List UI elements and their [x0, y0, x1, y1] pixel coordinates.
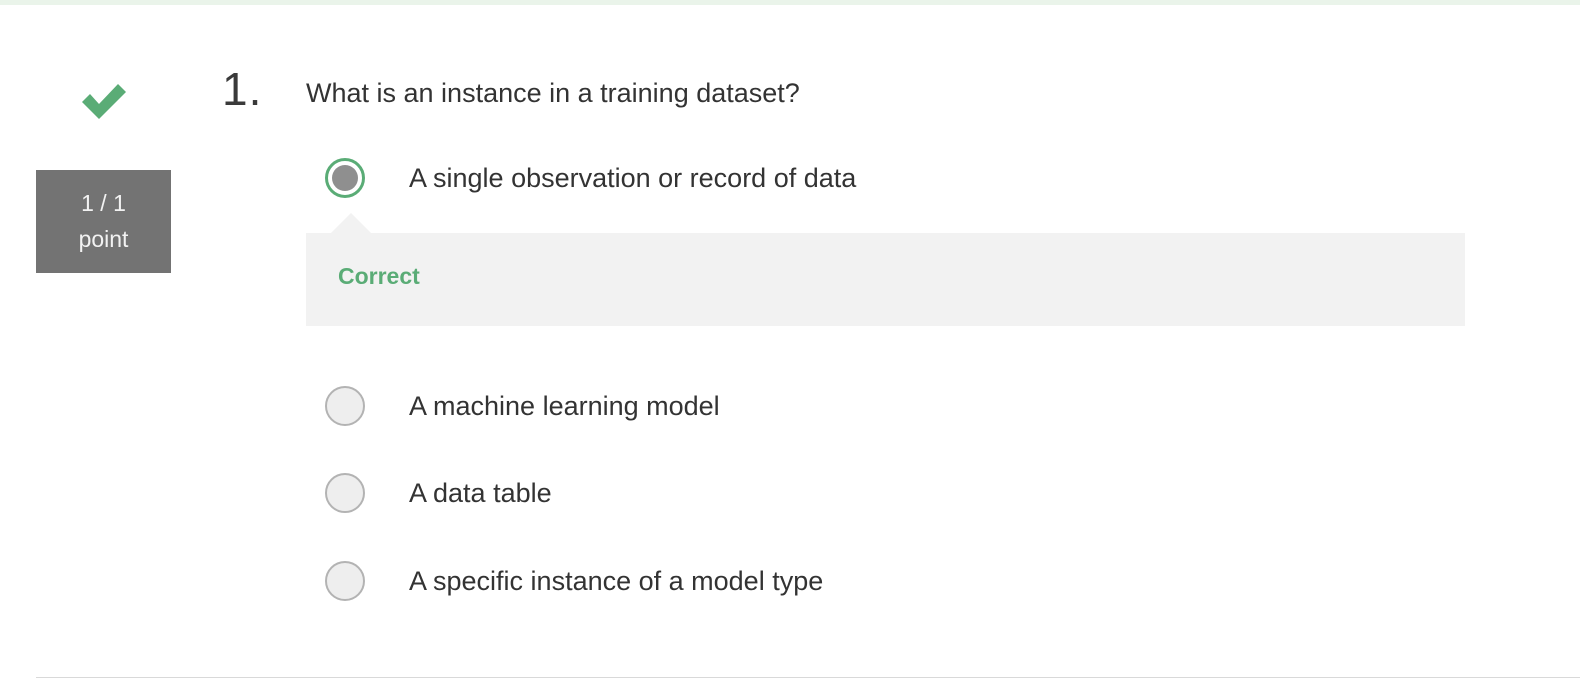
feedback-panel: Correct [306, 233, 1465, 326]
points-badge: 1 / 1 point [36, 170, 171, 273]
answer-option-label: A machine learning model [409, 390, 720, 421]
answer-option-3[interactable]: A data table [325, 471, 552, 515]
radio-button[interactable] [325, 386, 365, 426]
answer-option-label: A specific instance of a model type [409, 565, 824, 596]
radio-button-selected[interactable] [325, 158, 365, 198]
answer-option-label: A data table [409, 477, 552, 508]
check-icon [82, 84, 126, 119]
feedback-pointer [331, 213, 371, 233]
points-score: 1 / 1 [81, 190, 126, 216]
divider [36, 677, 1580, 678]
answer-option-1[interactable]: A single observation or record of data [325, 156, 856, 200]
question-text: What is an instance in a training datase… [306, 78, 800, 108]
radio-button[interactable] [325, 473, 365, 513]
answer-option-label: A single observation or record of data [409, 162, 857, 193]
feedback-text: Correct [338, 263, 420, 289]
question-number: 1. [222, 63, 263, 115]
points-unit: point [78, 226, 129, 252]
top-status-strip [0, 0, 1580, 5]
answer-option-4[interactable]: A specific instance of a model type [325, 559, 823, 603]
answer-option-2[interactable]: A machine learning model [325, 384, 720, 428]
radio-button[interactable] [325, 561, 365, 601]
